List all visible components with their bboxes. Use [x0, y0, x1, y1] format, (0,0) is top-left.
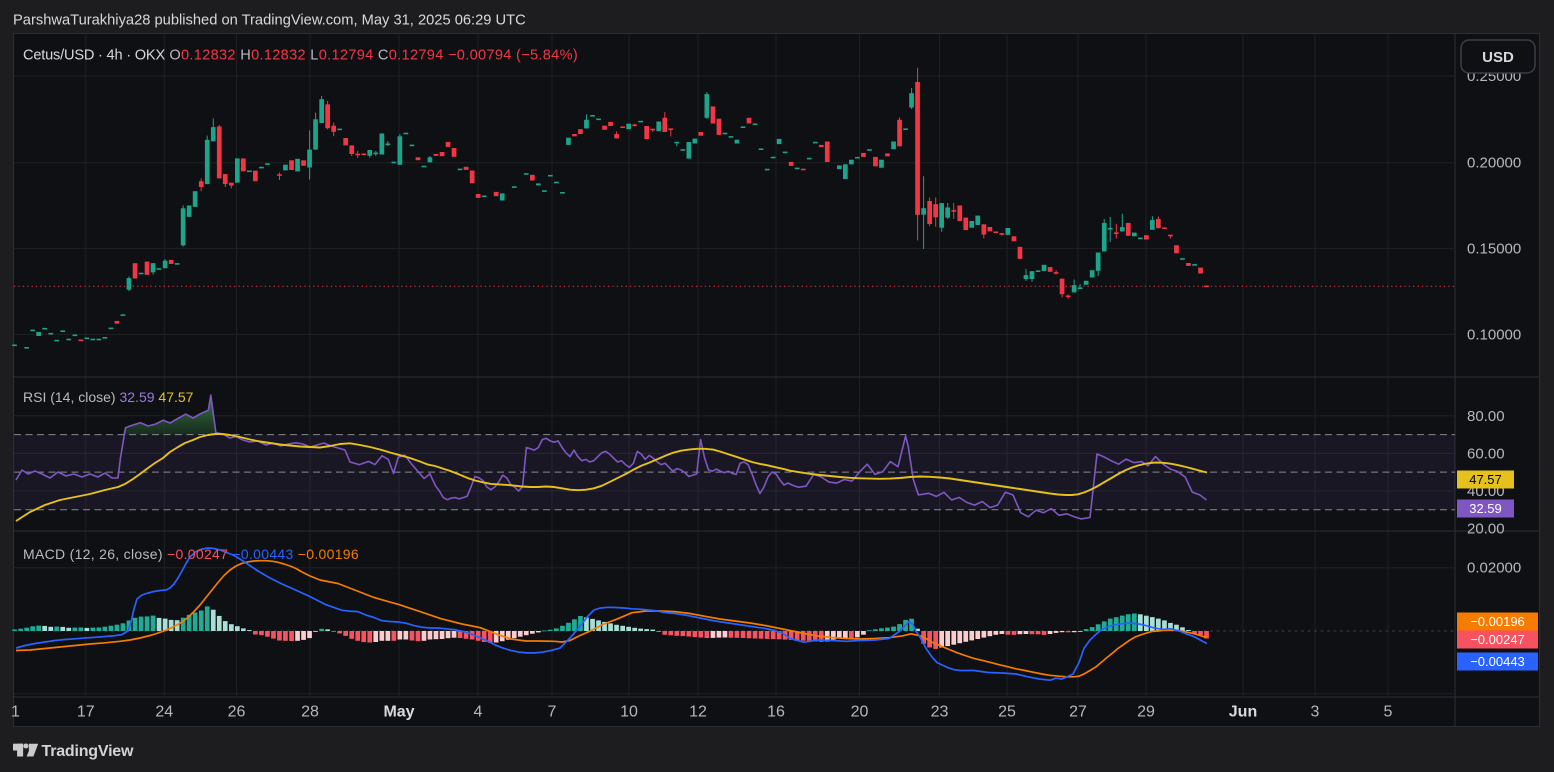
- svg-text:Cetus/USD · 4h · OKX O0.12832: Cetus/USD · 4h · OKX O0.12832 H0.12832 L…: [23, 48, 578, 64]
- svg-text:1: 1: [11, 704, 20, 721]
- svg-text:25: 25: [998, 704, 1016, 721]
- svg-text:28: 28: [301, 704, 319, 721]
- svg-text:23: 23: [931, 704, 949, 721]
- svg-text:ParshwaTurakhiya28 published o: ParshwaTurakhiya28 published on TradingV…: [13, 13, 526, 29]
- svg-text:TradingView: TradingView: [42, 743, 135, 760]
- svg-text:Jun: Jun: [1229, 704, 1257, 721]
- svg-text:0.15000: 0.15000: [1467, 240, 1521, 257]
- svg-text:60.00: 60.00: [1467, 445, 1505, 462]
- svg-text:29: 29: [1137, 704, 1155, 721]
- svg-text:MACD (12, 26, close) −0.00247: MACD (12, 26, close) −0.00247 −0.00443 −…: [23, 546, 359, 562]
- svg-text:4: 4: [474, 704, 483, 721]
- svg-text:24: 24: [155, 704, 173, 721]
- svg-text:−0.00443: −0.00443: [1470, 654, 1525, 669]
- svg-text:80.00: 80.00: [1467, 408, 1505, 425]
- svg-text:−0.00247: −0.00247: [1470, 632, 1525, 647]
- svg-text:0.02000: 0.02000: [1467, 560, 1521, 577]
- svg-text:47.57: 47.57: [1469, 472, 1502, 487]
- svg-text:0.20000: 0.20000: [1467, 155, 1521, 172]
- svg-text:−0.00196: −0.00196: [1470, 614, 1525, 629]
- svg-text:USD: USD: [1482, 49, 1514, 66]
- svg-text:10: 10: [620, 704, 638, 721]
- svg-text:32.59: 32.59: [1469, 501, 1502, 516]
- svg-text:12: 12: [689, 704, 707, 721]
- svg-text:20: 20: [851, 704, 869, 721]
- svg-text:7: 7: [548, 704, 557, 721]
- svg-text:5: 5: [1384, 704, 1393, 721]
- svg-text:27: 27: [1069, 704, 1087, 721]
- svg-text:26: 26: [228, 704, 246, 721]
- svg-text:RSI (14, close) 32.59 47.57: RSI (14, close) 32.59 47.57: [23, 389, 194, 405]
- svg-text:3: 3: [1311, 704, 1320, 721]
- svg-text:17: 17: [77, 704, 95, 721]
- svg-text:0.10000: 0.10000: [1467, 326, 1521, 343]
- svg-text:16: 16: [767, 704, 785, 721]
- svg-text:20.00: 20.00: [1467, 520, 1505, 537]
- svg-text:May: May: [383, 704, 414, 721]
